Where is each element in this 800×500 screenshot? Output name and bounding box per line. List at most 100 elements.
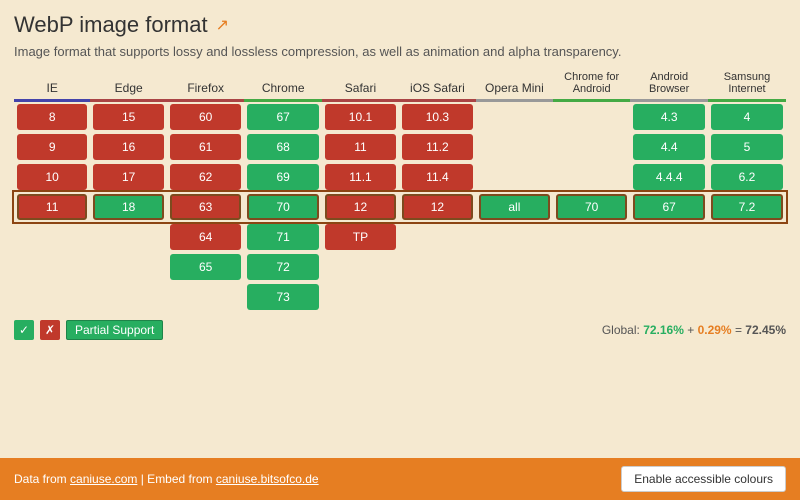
table-cell	[14, 282, 90, 312]
table-cell: 60	[167, 101, 244, 133]
table-cell: 71	[244, 222, 322, 252]
version-badge: 10.3	[402, 104, 473, 130]
empty-cell	[93, 254, 164, 280]
table-cell	[708, 252, 786, 282]
global-plus: +	[684, 323, 698, 337]
version-badge: 6.2	[711, 164, 783, 190]
table-cell: 70	[244, 192, 322, 222]
global-orange-value: 0.29%	[698, 323, 732, 337]
legend-partial-label: Partial Support	[66, 320, 163, 340]
header-firefox: Firefox	[167, 69, 244, 101]
table-cell: 5	[708, 132, 786, 162]
header-chrome-android: Chrome forAndroid	[553, 69, 630, 101]
table-row: 111863701212all70677.2	[14, 192, 786, 222]
table-row: 815606710.110.3 4.34	[14, 101, 786, 133]
empty-cell	[402, 224, 473, 250]
table-cell: 10	[14, 162, 90, 192]
legend-unsupported-icon: ✗	[40, 320, 60, 340]
browser-table: IE Edge Firefox Chrome Safari iOS Safari…	[14, 69, 786, 312]
table-cell	[553, 252, 630, 282]
table-cell: 10.1	[322, 101, 399, 133]
empty-cell	[93, 224, 164, 250]
version-badge: TP	[325, 224, 396, 250]
table-cell	[90, 252, 167, 282]
table-cell	[90, 222, 167, 252]
empty-cell	[170, 284, 241, 310]
table-cell: 61	[167, 132, 244, 162]
table-cell	[476, 162, 553, 192]
version-badge: 61	[170, 134, 241, 160]
table-row: 6572	[14, 252, 786, 282]
empty-cell	[479, 284, 550, 310]
table-cell	[553, 132, 630, 162]
empty-cell	[556, 164, 627, 190]
version-badge: 7.2	[711, 194, 783, 220]
table-cell: 15	[90, 101, 167, 133]
table-cell: 69	[244, 162, 322, 192]
table-cell: 64	[167, 222, 244, 252]
table-cell: 11	[322, 132, 399, 162]
global-total: 72.45%	[745, 323, 786, 337]
version-badge: 67	[633, 194, 705, 220]
version-badge: 10	[17, 164, 87, 190]
table-row: 91661681111.24.45	[14, 132, 786, 162]
table-cell: 4	[708, 101, 786, 133]
page-title: WebP image format	[14, 12, 208, 38]
empty-cell	[479, 134, 550, 160]
version-badge: 73	[247, 284, 319, 310]
footer-data-text: Data from	[14, 472, 70, 486]
empty-cell	[479, 164, 550, 190]
table-cell: 12	[399, 192, 476, 222]
table-row: 6471TP	[14, 222, 786, 252]
version-badge: 12	[402, 194, 473, 220]
empty-cell	[556, 134, 627, 160]
version-badge: 10.1	[325, 104, 396, 130]
version-badge: 4.4	[633, 134, 705, 160]
table-cell	[630, 222, 708, 252]
table-cell	[476, 222, 553, 252]
table-cell	[476, 101, 553, 133]
version-badge: 70	[556, 194, 627, 220]
table-cell: 73	[244, 282, 322, 312]
table-cell	[553, 222, 630, 252]
table-cell	[14, 222, 90, 252]
version-badge: 4	[711, 104, 783, 130]
version-badge: 16	[93, 134, 164, 160]
table-cell: 63	[167, 192, 244, 222]
header-ios-safari: iOS Safari	[399, 69, 476, 101]
footer-bar: Data from caniuse.com | Embed from caniu…	[0, 458, 800, 500]
version-badge: 8	[17, 104, 87, 130]
empty-cell	[93, 284, 164, 310]
header-edge: Edge	[90, 69, 167, 101]
table-cell: 18	[90, 192, 167, 222]
table-cell: 11.1	[322, 162, 399, 192]
table-cell: 67	[244, 101, 322, 133]
empty-cell	[402, 254, 473, 280]
empty-cell	[17, 284, 87, 310]
table-cell: 4.3	[630, 101, 708, 133]
empty-cell	[556, 104, 627, 130]
version-badge: 11.4	[402, 164, 473, 190]
bitsofco-link[interactable]: caniuse.bitsofco.de	[216, 472, 319, 486]
table-cell: 16	[90, 132, 167, 162]
table-cell	[14, 252, 90, 282]
table-cell	[399, 282, 476, 312]
external-link-icon[interactable]: ↗	[216, 15, 229, 35]
table-cell	[399, 252, 476, 282]
global-equals: =	[732, 323, 746, 337]
empty-cell	[556, 224, 627, 250]
enable-accessible-colours-button[interactable]: Enable accessible colours	[621, 466, 786, 492]
table-cell: 6.2	[708, 162, 786, 192]
empty-cell	[711, 224, 783, 250]
empty-cell	[17, 254, 87, 280]
empty-cell	[556, 284, 627, 310]
caniuse-link[interactable]: caniuse.com	[70, 472, 137, 486]
version-badge: 63	[170, 194, 241, 220]
empty-cell	[711, 254, 783, 280]
global-label: Global:	[602, 323, 643, 337]
version-badge: 5	[711, 134, 783, 160]
browser-header-row: IE Edge Firefox Chrome Safari iOS Safari…	[14, 69, 786, 101]
table-cell	[708, 282, 786, 312]
version-badge: 12	[325, 194, 396, 220]
table-cell: 12	[322, 192, 399, 222]
